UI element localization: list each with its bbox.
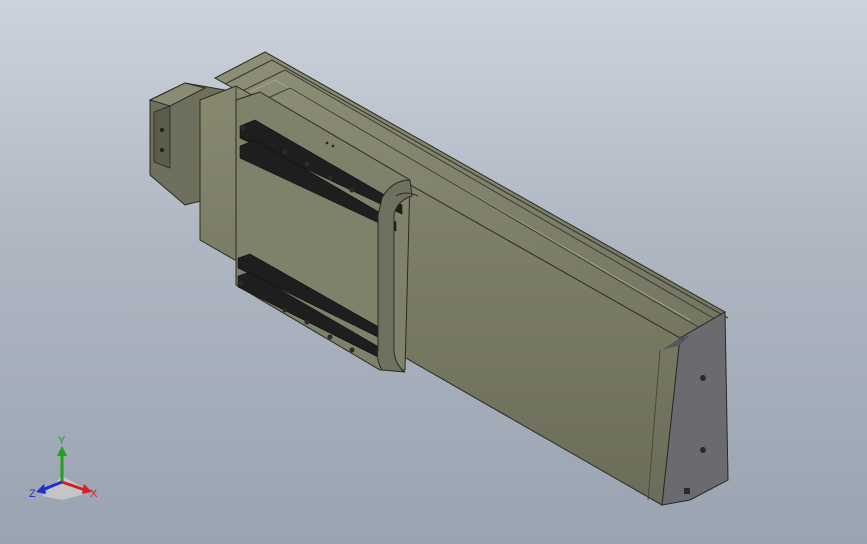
y-axis-arrowhead bbox=[57, 446, 67, 456]
z-axis-arrowhead bbox=[36, 484, 46, 494]
z-axis-label: Z bbox=[29, 488, 36, 500]
axis-triad: Y X Z bbox=[29, 435, 98, 500]
cad-viewport[interactable]: Y X Z bbox=[0, 0, 867, 544]
x-axis-label: X bbox=[90, 488, 98, 500]
y-axis-label: Y bbox=[58, 435, 66, 447]
linear-actuator-model[interactable] bbox=[148, 51, 729, 506]
